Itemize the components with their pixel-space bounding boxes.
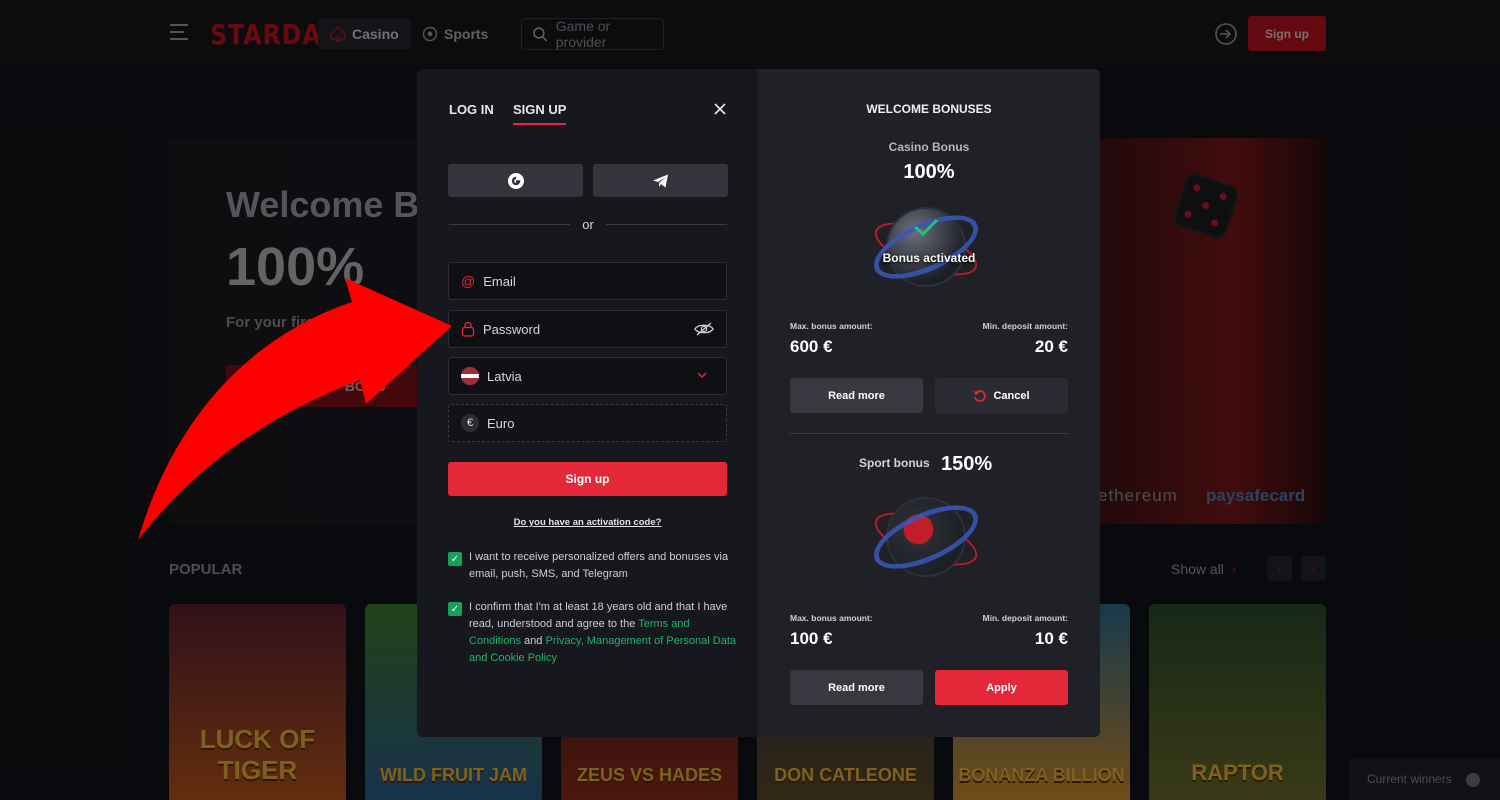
auth-modal: LOG IN SIGN UP or @ Email Password Latvi… (417, 69, 1100, 737)
sport-min-value: 10 € (1034, 629, 1068, 648)
eye-off-icon[interactable] (694, 321, 714, 337)
bonus-activated-status: Bonus activated (882, 251, 976, 265)
cancel-bonus-button[interactable]: Cancel (935, 378, 1068, 413)
telegram-login-button[interactable] (593, 164, 728, 197)
offers-checkbox[interactable]: ✓ (448, 552, 462, 566)
country-select[interactable]: Latvia (448, 357, 727, 395)
google-login-button[interactable] (448, 164, 583, 197)
casino-read-more-button[interactable]: Read more (790, 378, 923, 413)
telegram-icon (652, 174, 668, 187)
welcome-bonuses-panel: WELCOME BONUSES Casino Bonus 100% Bonus … (758, 69, 1100, 737)
sport-max-label: Max. bonus amount: (790, 613, 873, 623)
at-icon: @ (461, 273, 476, 289)
casino-max-value: 600 € (790, 337, 833, 356)
bonus-divider (790, 433, 1068, 434)
activation-code-link[interactable]: Do you have an activation code? (417, 517, 758, 528)
sport-bonus-percent: 150% (941, 453, 993, 475)
signup-button[interactable]: Sign up (448, 462, 727, 496)
close-icon[interactable] (713, 102, 727, 116)
sport-bonus-image (865, 489, 987, 589)
page: STARDA Casino Sports Game or provider Si… (0, 0, 1500, 800)
tab-login[interactable]: LOG IN (449, 102, 494, 117)
and-text: and (520, 635, 546, 647)
age-consent-text: I confirm that I'm at least 18 years old… (469, 599, 739, 667)
password-placeholder: Password (483, 321, 541, 337)
age-checkbox[interactable]: ✓ (448, 602, 462, 616)
currency-value: Euro (487, 415, 515, 431)
email-placeholder: Email (483, 273, 516, 289)
check-icon: ✓ (450, 553, 460, 565)
offers-consent-text: I want to receive personalized offers an… (469, 551, 729, 580)
casino-min-value: 20 € (1034, 337, 1068, 356)
or-label: or (582, 217, 594, 232)
password-field[interactable]: Password (448, 310, 727, 348)
sport-bonus-label: Sport bonus (859, 456, 930, 470)
casino-max-label: Max. bonus amount: (790, 321, 873, 331)
check-icon (914, 218, 939, 237)
google-icon (507, 172, 524, 189)
or-divider: or (449, 217, 727, 232)
tab-signup[interactable]: SIGN UP (513, 102, 567, 125)
signup-form: LOG IN SIGN UP or @ Email Password Latvi… (417, 69, 758, 737)
casino-bonus-image (865, 199, 987, 299)
apply-bonus-button[interactable]: Apply (935, 670, 1068, 705)
casino-min-label: Min. deposit amount: (982, 321, 1068, 331)
cancel-label: Cancel (993, 389, 1030, 402)
lock-icon (461, 321, 475, 337)
check-icon: ✓ (450, 603, 460, 615)
sport-max-value: 100 € (790, 629, 833, 648)
casino-bonus-percent: 100% (903, 161, 955, 183)
sport-min-label: Min. deposit amount: (982, 613, 1068, 623)
country-value: Latvia (487, 368, 522, 384)
email-field[interactable]: @ Email (448, 262, 727, 300)
latvia-flag-icon (461, 367, 479, 385)
casino-bonus-label: Casino Bonus (888, 140, 970, 154)
euro-icon: € (461, 414, 479, 432)
chevron-down-icon (697, 372, 707, 379)
undo-icon (973, 389, 987, 402)
bonuses-title: WELCOME BONUSES (866, 102, 992, 116)
currency-select[interactable]: € Euro (448, 404, 727, 442)
sport-read-more-button[interactable]: Read more (790, 670, 923, 705)
